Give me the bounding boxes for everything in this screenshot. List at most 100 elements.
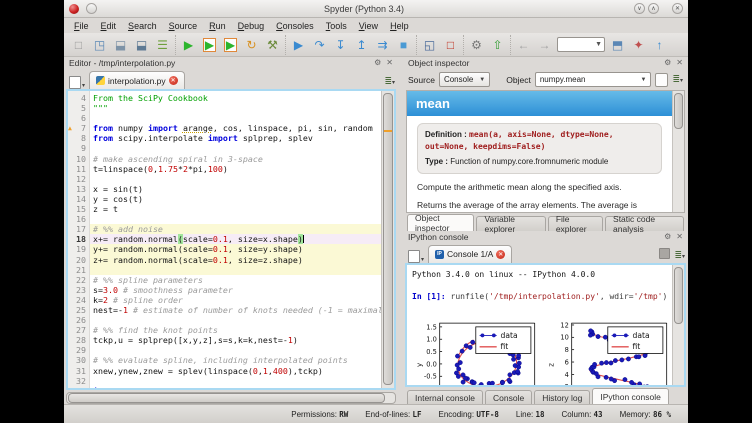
code-line[interactable] (90, 143, 381, 153)
code-line[interactable]: import pylab (90, 386, 381, 388)
minimize-button[interactable]: ∨ (634, 3, 645, 14)
tab-ipython-console[interactable]: IPython console (592, 388, 668, 405)
code-line[interactable]: # make ascending spiral in 3-space (90, 154, 381, 164)
code-line[interactable] (90, 345, 381, 355)
menu-view[interactable]: View (353, 20, 384, 32)
interrupt-kernel-icon[interactable] (659, 248, 670, 259)
fullscreen-icon[interactable]: □ (440, 35, 461, 55)
tab-history-log[interactable]: History log (534, 390, 590, 405)
rerun-icon[interactable]: ↻ (241, 35, 262, 55)
code-line[interactable]: x+= random.normal(scale=0.1, size=x.shap… (90, 234, 381, 244)
code-editor[interactable]: 456▲789101112131415161718192021222324252… (66, 89, 396, 390)
stop-icon[interactable]: ■ (393, 35, 414, 55)
step-over-icon[interactable]: ↷ (309, 35, 330, 55)
code-line[interactable]: s=3.0 # smoothness parameter (90, 285, 381, 295)
menu-tools[interactable]: Tools (320, 20, 353, 32)
pythonpath-icon[interactable]: ⇧ (487, 35, 508, 55)
run-icon[interactable]: ▶ (178, 35, 199, 55)
console-tab-close-icon[interactable]: ✕ (496, 250, 505, 259)
code-line[interactable]: from scipy.interpolate import splprep, s… (90, 133, 381, 143)
menu-source[interactable]: Source (163, 20, 204, 32)
code-line[interactable]: nest=-1 # estimate of number of knots ne… (90, 305, 381, 315)
parent-dir-icon[interactable]: ↑ (649, 35, 670, 55)
forward-icon[interactable]: → (534, 35, 555, 55)
tab-object-inspector[interactable]: Object inspector (407, 214, 474, 231)
source-combo[interactable]: Console ▼ (439, 72, 490, 87)
tab-variable-explorer[interactable]: Variable explorer (476, 216, 545, 231)
menu-run[interactable]: Run (203, 20, 232, 32)
code-line[interactable]: xnew,ynew,znew = splev(linspace(0,1,400)… (90, 366, 381, 376)
code-line[interactable]: # %% find the knot points (90, 325, 381, 335)
debug-icon[interactable]: ▶ (288, 35, 309, 55)
menu-file[interactable]: File (68, 20, 95, 32)
object-inspector-close-icon[interactable]: ✕ (676, 59, 683, 67)
workdir-combo[interactable]: ▼ (557, 37, 605, 52)
code-line[interactable]: k=2 # spline order (90, 295, 381, 305)
inspector-list-options-icon[interactable]: ≣▾ (672, 74, 683, 85)
code-line[interactable] (90, 376, 381, 386)
code-line[interactable]: from numpy import arange, cos, linspace,… (90, 123, 381, 133)
code-line[interactable]: # %% spline parameters (90, 275, 381, 285)
console-list-options-icon[interactable]: ≣▾ (674, 245, 685, 263)
menu-debug[interactable]: Debug (232, 20, 271, 32)
menu-search[interactable]: Search (122, 20, 163, 32)
console-tab[interactable]: IP Console 1/A ✕ (428, 245, 512, 263)
editor-vertical-scrollbar[interactable] (381, 91, 394, 388)
code-line[interactable]: z+= random.normal(scale=0.1, size=z.shap… (90, 255, 381, 265)
browse-tabs-icon[interactable]: ▾ (67, 74, 87, 89)
code-line[interactable]: # %% add noise (90, 224, 381, 234)
tab-static-code-analysis[interactable]: Static code analysis (605, 216, 684, 231)
maximize-button[interactable]: ∧ (648, 3, 659, 14)
menu-consoles[interactable]: Consoles (270, 20, 320, 32)
code-line[interactable]: # %% evaluate spline, including interpol… (90, 355, 381, 365)
continue-icon[interactable]: ⇉ (372, 35, 393, 55)
run-cell-advance-icon[interactable]: ▶ (220, 35, 241, 55)
code-line[interactable]: x = sin(t) (90, 184, 381, 194)
new-file-icon[interactable]: □ (68, 35, 89, 55)
code-line[interactable] (90, 315, 381, 325)
open-file-icon[interactable]: ◳ (89, 35, 110, 55)
code-line[interactable] (90, 265, 381, 275)
save-icon[interactable]: ⬓ (110, 35, 131, 55)
file-switcher-icon[interactable]: ☰ (152, 35, 173, 55)
close-button[interactable]: ✕ (672, 3, 683, 14)
window-menu-button[interactable] (86, 3, 97, 14)
editor-vscroll-thumb[interactable] (383, 93, 393, 385)
console-wd-icon[interactable]: ✦ (628, 35, 649, 55)
menu-help[interactable]: Help (384, 20, 415, 32)
editor-tab-interpolation[interactable]: interpolation.py ✕ (89, 71, 185, 89)
console-options-icon[interactable]: ⚙ (664, 233, 671, 241)
code-area[interactable]: From the SciPy Cookbook""" from numpy im… (90, 91, 381, 388)
code-line[interactable]: z = t (90, 204, 381, 214)
console-vertical-scrollbar[interactable] (672, 265, 684, 386)
editor-list-options-icon[interactable]: ≣▾ (384, 71, 395, 89)
code-line[interactable]: tckp,u = splprep([x,y,z],s=s,k=k,nest=-1… (90, 335, 381, 345)
editor-hscroll-thumb[interactable] (68, 393, 385, 403)
ipython-console-view[interactable]: Python 3.4.0 on linux -- IPython 4.0.0 I… (405, 263, 686, 388)
menu-edit[interactable]: Edit (95, 20, 123, 32)
tab-internal-console[interactable]: Internal console (407, 390, 483, 405)
code-line[interactable]: From the SciPy Cookbook (90, 93, 381, 103)
code-line[interactable] (90, 113, 381, 123)
editor-close-icon[interactable]: ✕ (386, 59, 393, 67)
run-selection-icon[interactable]: ⚒ (262, 35, 283, 55)
code-line[interactable]: """ (90, 103, 381, 113)
console-vscroll-thumb[interactable] (674, 267, 683, 324)
object-inspector-options-icon[interactable]: ⚙ (664, 59, 671, 67)
browse-dir-icon[interactable]: ⬒ (607, 35, 628, 55)
object-combo[interactable]: numpy.mean ▼ (535, 72, 652, 87)
tab-console[interactable]: Console (485, 390, 532, 405)
doc-vscroll-thumb[interactable] (674, 93, 683, 129)
back-icon[interactable]: ← (513, 35, 534, 55)
tools-icon[interactable]: ⚙ (466, 35, 487, 55)
console-close-icon[interactable]: ✕ (676, 233, 683, 241)
tab-close-icon[interactable]: ✕ (169, 76, 178, 85)
code-line[interactable]: y+= random.normal(scale=0.1, size=y.shap… (90, 244, 381, 254)
doc-vertical-scrollbar[interactable] (672, 91, 684, 212)
editor-options-icon[interactable]: ⚙ (374, 59, 381, 67)
lock-icon[interactable] (655, 73, 668, 87)
tab-file-explorer[interactable]: File explorer (548, 216, 603, 231)
code-line[interactable]: y = cos(t) (90, 194, 381, 204)
save-all-icon[interactable]: ⬓ (131, 35, 152, 55)
code-line[interactable]: t=linspace(0,1.75*2*pi,100) (90, 164, 381, 174)
